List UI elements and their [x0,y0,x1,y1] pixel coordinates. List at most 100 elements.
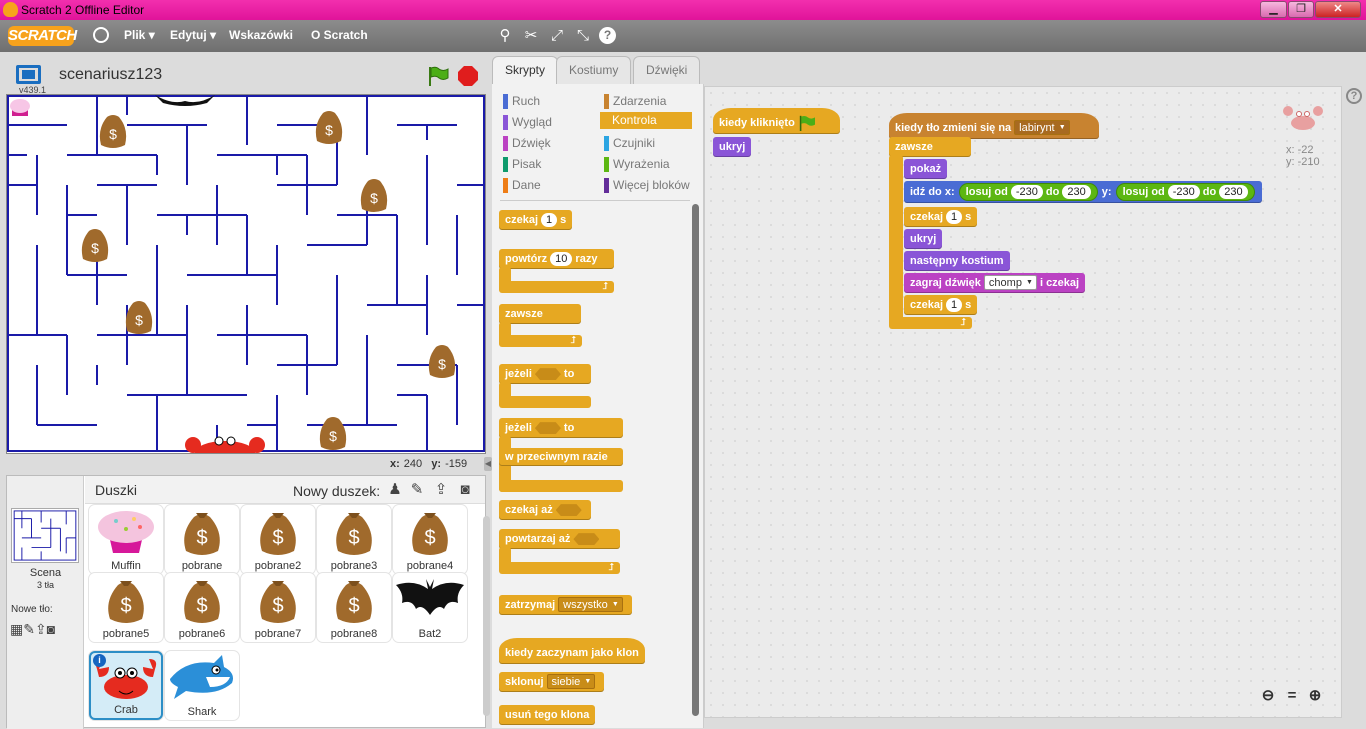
palette-else-label: w przeciwnym razie [499,448,623,466]
palette-scrollbar[interactable] [692,204,699,716]
palette-wait-until-block[interactable]: czekaj aż [499,500,591,520]
wait-block-1[interactable]: czekaj 1 s [904,207,978,227]
category-label: Dźwięk [512,136,551,150]
paint-sprite-icon[interactable]: ✎ [407,480,427,500]
language-globe-icon[interactable] [93,27,109,43]
sprite-info-icon[interactable]: i [93,654,106,667]
camera-sprite-icon[interactable]: ◙ [455,480,475,500]
close-window-button[interactable]: ✕ [1315,1,1361,18]
palette-forever-block[interactable]: zawsze [499,304,581,324]
bat-icon [393,575,467,625]
tab-scripts[interactable]: Skrypty [492,56,559,85]
category-więcej-bloków[interactable]: Więcej bloków [604,178,690,193]
sprite-tile-pobrane[interactable]: $ pobrane [165,505,239,574]
shrink-icon[interactable]: ⤡ [573,26,593,46]
sprite-tile-pobrane7[interactable]: $ pobrane7 [241,573,315,642]
stage-canvas[interactable]: $ $ $ $ $ $ $ [6,94,486,454]
backdrop-library-icon[interactable]: ▦ [10,621,23,637]
sprites-title: Duszki [95,482,138,498]
repeat-until-arrow-icon: ⮥ [499,562,620,574]
zoom-reset-icon[interactable]: = [1282,686,1302,706]
palette-repeat-block[interactable]: powtórz 10 razy [499,249,614,269]
goto-xy-block[interactable]: idź do x: losuj od -230 do 230 y: losuj od -… [904,181,1262,203]
green-flag-icon [799,115,815,132]
palette-repeat-until-block[interactable]: powtarzaj aż [499,529,620,549]
sprite-name: Bat2 [418,628,442,640]
forever-loop-arrow-icon: ⮥ [499,335,582,347]
cut-icon[interactable]: ✂ [521,26,541,46]
money-bag-icon: $ [241,507,315,557]
category-ruch[interactable]: Ruch [503,94,540,109]
sprite-tile-pobrane2[interactable]: $ pobrane2 [241,505,315,574]
scratch-logo[interactable]: SCRATCH [8,26,77,46]
script1-green-flag-hat[interactable]: kiedy kliknięto [713,108,840,134]
category-kontrola[interactable]: Kontrola [600,112,692,129]
palette-clone-start-hat[interactable]: kiedy zaczynam jako klon [499,638,645,664]
sprite-tile-pobrane6[interactable]: $ pobrane6 [165,573,239,642]
palette-stop-block[interactable]: zatrzymaj wszystko [499,595,632,615]
minimize-button[interactable]: ▁ [1260,1,1287,18]
palette-delete-clone-block[interactable]: usuń tego klona [499,705,596,725]
sprites-scrollbar[interactable] [483,516,490,716]
backdrop-upload-icon[interactable]: ⇪ [35,621,47,637]
sprite-tile-pobrane3[interactable]: $ pobrane3 [317,505,391,574]
tab-costumes[interactable]: Kostiumy [556,56,632,84]
category-dane[interactable]: Dane [503,178,541,193]
sprite-tile-muffin[interactable]: Muffin [89,505,163,574]
help-icon[interactable]: ? [599,27,616,44]
zoom-out-icon[interactable]: ⊖ [1258,686,1278,706]
random-x-reporter[interactable]: losuj od -230 do 230 [959,184,1097,200]
project-name[interactable]: scenariusz123 [59,66,162,84]
category-wygląd[interactable]: Wygląd [503,115,552,130]
zoom-in-icon[interactable]: ⊕ [1305,686,1325,706]
category-dźwięk[interactable]: Dźwięk [503,136,551,151]
show-block[interactable]: pokaż [904,159,948,179]
script1-hide-block[interactable]: ukryj [713,137,752,157]
hide-block[interactable]: ukryj [904,229,943,249]
next-costume-block[interactable]: następny kostium [904,251,1010,271]
green-flag-icon[interactable] [427,66,449,86]
category-czujniki[interactable]: Czujniki [604,136,655,151]
palette-if-block[interactable]: jeżeli to [499,364,591,384]
sprite-tile-pobrane4[interactable]: $ pobrane4 [393,505,467,574]
grow-icon[interactable]: ⤢ [547,26,567,46]
sprite-tile-bat2[interactable]: Bat2 [393,573,467,642]
sprite-tile-shark[interactable]: Shark [165,651,239,720]
maximize-button[interactable]: ❐ [1288,1,1314,18]
svg-text:$: $ [109,126,117,142]
sprite-tile-pobrane8[interactable]: $ pobrane8 [317,573,391,642]
menu-about[interactable]: O Scratch [311,28,368,42]
sprite-tile-crab[interactable]: Crab i [89,651,163,720]
backdrop-paint-icon[interactable]: ✎ [23,621,35,637]
tab-sounds[interactable]: Dźwięki [633,56,701,84]
menu-edit[interactable]: Edytuj ▾ [170,28,216,42]
current-sprite-crab-icon [1283,106,1323,130]
category-wyrażenia[interactable]: Wyrażenia [604,157,670,172]
help-circle-icon[interactable]: ? [1346,88,1362,104]
stop-icon[interactable] [458,66,478,86]
category-color-swatch [503,157,508,172]
category-color-swatch [503,94,508,109]
menu-file[interactable]: Plik ▾ [124,28,155,42]
forever-block[interactable]: zawsze [889,137,971,157]
palette-if-else-block[interactable]: jeżeli to [499,418,623,438]
sprite-tile-pobrane5[interactable]: $ pobrane5 [89,573,163,642]
palette-clone-block[interactable]: sklonuj siebie [499,672,605,692]
collapse-stage-arrow-icon[interactable]: ◀ [484,457,492,471]
random-y-reporter[interactable]: losuj od -230 do 230 [1116,184,1254,200]
sprite-library-icon[interactable]: ♟ [385,480,405,500]
backdrop-camera-icon[interactable]: ◙ [47,621,55,637]
scene-thumbnail[interactable] [11,508,79,563]
play-sound-until-done-block[interactable]: zagraj dźwiękchompi czekaj [904,273,1086,293]
stamp-icon[interactable]: ⚲ [495,26,515,46]
sprite-name: pobrane5 [102,628,150,640]
category-pisak[interactable]: Pisak [503,157,541,172]
category-zdarzenia[interactable]: Zdarzenia [604,94,666,109]
upload-sprite-icon[interactable]: ⇪ [431,480,451,500]
menu-tips[interactable]: Wskazówki [229,28,293,42]
script2-backdrop-switch-hat[interactable]: kiedy tło zmieni się na labirynt [889,113,1099,139]
sprite-name: pobrane8 [330,628,378,640]
wait-block-2[interactable]: czekaj 1 s [904,295,978,315]
palette-wait-block[interactable]: czekaj 1 s [499,210,573,230]
fullscreen-icon[interactable] [16,65,41,84]
